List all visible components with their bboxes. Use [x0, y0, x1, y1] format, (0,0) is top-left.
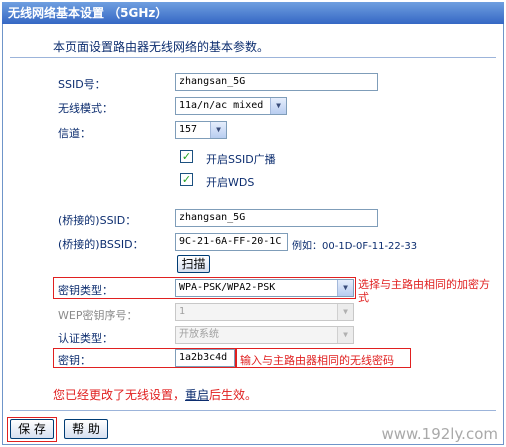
wds-label: 开启WDS: [206, 176, 255, 189]
chevron-down-icon: ▼: [337, 280, 353, 296]
save-button[interactable]: 保 存: [10, 419, 54, 439]
ssid-broadcast-checkbox[interactable]: ✓: [180, 150, 193, 163]
key-annotation: 输入与主路由器相同的无线密码: [240, 354, 394, 367]
page-description: 本页面设置路由器无线网络的基本参数。: [53, 40, 270, 54]
help-button[interactable]: 帮 助: [64, 419, 108, 439]
chevron-down-icon: ▼: [210, 122, 226, 138]
wireless-mode-value: 11a/n/ac mixed: [179, 100, 264, 111]
ssid-input[interactable]: zhangsan_5G: [175, 73, 378, 91]
page-title: 无线网络基本设置 （5GHz）: [2, 2, 504, 24]
bridged-bssid-input[interactable]: 9C-21-6A-FF-20-1C: [175, 233, 288, 251]
restart-warning: 您已经更改了无线设置，重启后生效。: [53, 386, 257, 403]
channel-value: 157: [179, 124, 198, 135]
key-type-label: 密钥类型：: [58, 284, 113, 297]
bridged-ssid-label: (桥接的)SSID：: [58, 214, 137, 227]
chevron-down-icon: ▼: [337, 327, 353, 343]
wep-index-select[interactable]: 1 ▼: [175, 303, 354, 321]
key-input[interactable]: 1a2b3c4d: [175, 349, 235, 367]
restart-link[interactable]: 重启: [185, 388, 209, 402]
ssid-broadcast-label: 开启SSID广播: [206, 153, 276, 166]
bssid-example: 例如：00-1D-0F-11-22-33: [292, 241, 418, 252]
auth-type-value: 开放系统: [179, 329, 219, 340]
wep-index-label: WEP密钥序号：: [58, 309, 138, 322]
bridged-bssid-label: (桥接的)BSSID：: [58, 238, 144, 251]
wds-checkbox[interactable]: ✓: [180, 173, 193, 186]
channel-select[interactable]: 157 ▼: [175, 121, 227, 139]
key-type-value: WPA-PSK/WPA2-PSK: [179, 282, 276, 293]
auth-type-select[interactable]: 开放系统 ▼: [175, 326, 354, 344]
wireless-mode-label: 无线模式：: [58, 102, 113, 115]
key-label: 密钥：: [58, 354, 91, 367]
watermark: www.192ly.com: [381, 425, 498, 443]
divider: [10, 410, 496, 411]
channel-label: 信道：: [58, 127, 91, 140]
auth-type-label: 认证类型：: [58, 332, 113, 345]
divider: [10, 57, 496, 58]
wep-index-value: 1: [179, 306, 186, 317]
chevron-down-icon: ▼: [270, 98, 286, 114]
scan-button[interactable]: 扫描: [177, 255, 210, 273]
chevron-down-icon: ▼: [337, 304, 353, 320]
warning-text-after: 后生效。: [209, 388, 258, 402]
key-type-annotation: 选择与主路由相同的加密方式: [358, 278, 490, 304]
key-type-select[interactable]: WPA-PSK/WPA2-PSK ▼: [175, 279, 354, 297]
ssid-label: SSID号：: [58, 78, 106, 91]
bridged-ssid-input[interactable]: zhangsan_5G: [175, 209, 378, 227]
wireless-mode-select[interactable]: 11a/n/ac mixed ▼: [175, 97, 287, 115]
warning-text-before: 您已经更改了无线设置，: [53, 388, 186, 402]
